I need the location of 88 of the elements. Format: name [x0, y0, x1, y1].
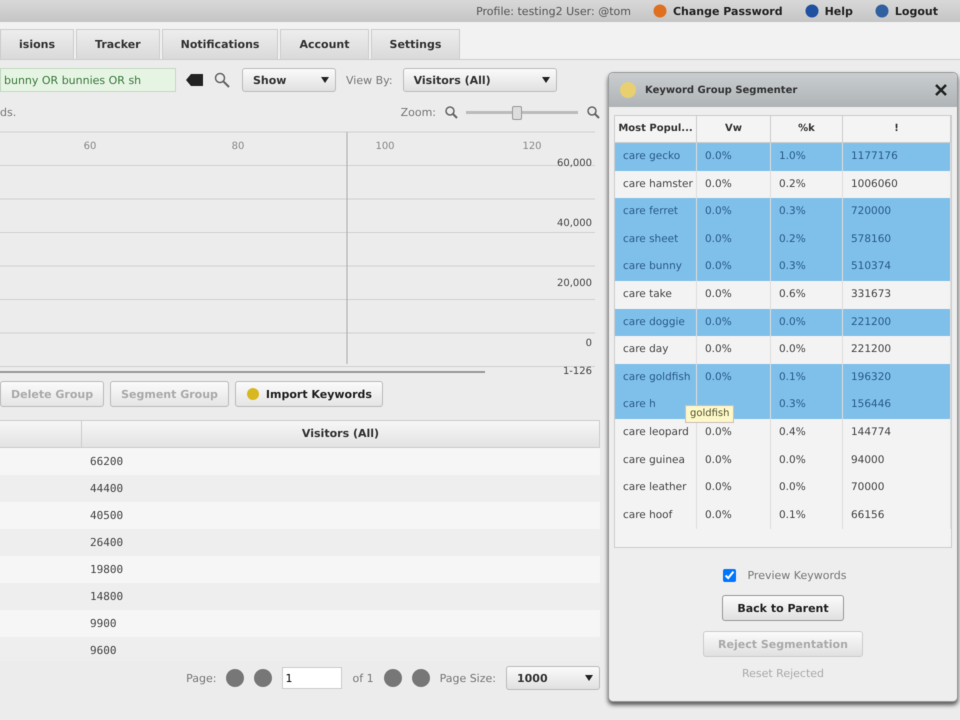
column-header[interactable]: Vw [697, 116, 771, 143]
caret-icon [321, 77, 329, 83]
table-cell: 196320 [843, 364, 951, 392]
column-header[interactable]: Most Popul... [615, 116, 697, 143]
page-size-label: Page Size: [440, 672, 496, 684]
x-tick-label: 60 [84, 141, 96, 152]
x-tick-label: 100 [375, 141, 395, 152]
y-tick-label: 20,000 [557, 278, 592, 289]
column-header: Visitors (All) [82, 421, 600, 448]
y-tick-label: 40,000 [557, 218, 592, 229]
tab[interactable]: isions [0, 29, 74, 59]
caret-icon [585, 675, 593, 681]
table-cell: 720000 [843, 198, 951, 226]
dialog-title: Keyword Group Segmenter [645, 84, 798, 96]
keyword-cell[interactable]: care gecko [615, 143, 697, 171]
table-cell: 0.0% [697, 198, 771, 226]
header-link[interactable]: Change Password [652, 4, 783, 18]
y-tick-label: 60,000 [557, 158, 592, 169]
page-field[interactable]: 1 [282, 667, 342, 689]
column-header[interactable]: ! [843, 116, 951, 143]
close-icon[interactable] [935, 84, 947, 96]
table-cell-text: 14800 [89, 589, 124, 605]
table-cell: 156446 [843, 391, 951, 419]
table-cell: 0.0% [697, 253, 771, 281]
search-field[interactable]: bunny OR bunnies OR sh [0, 68, 176, 92]
table-cell: 0.2% [771, 170, 843, 198]
tab[interactable]: Settings [370, 29, 460, 59]
page-label: Page: [186, 672, 216, 684]
keyword-cell[interactable]: care sheet [615, 226, 697, 254]
zoom-in-icon[interactable] [586, 105, 600, 119]
chart-label: ds. [0, 106, 16, 118]
y-tick-label: 0 [586, 338, 592, 349]
table-cell-text: 44400 [89, 481, 124, 497]
tooltip: goldfish [685, 405, 734, 424]
tab[interactable]: Account [280, 29, 369, 59]
x-tick-label: 120 [522, 141, 542, 152]
table-cell: 0.0% [771, 308, 843, 336]
zoom-slider-thumb[interactable] [512, 106, 522, 120]
table-cell-text: 9600 [89, 643, 118, 659]
view-by-label: View By: [346, 74, 393, 86]
page-count: of 1 [352, 672, 374, 684]
search-icon[interactable] [214, 72, 232, 88]
table-cell: 578160 [843, 226, 951, 254]
table-cell: 221200 [843, 308, 951, 336]
table-cell: 0.3% [771, 391, 843, 419]
table-cell-text: 66200 [89, 454, 124, 470]
table-cell: 0.0% [697, 226, 771, 254]
range-label: 1-126 [562, 366, 592, 376]
table-cell-text: 9900 [89, 616, 118, 632]
keyword-cell[interactable]: care ferret [615, 198, 697, 226]
table-cell: 0.2% [771, 226, 843, 254]
clear-icon[interactable] [186, 73, 204, 87]
x-tick-label: 80 [232, 141, 244, 152]
table-cell: 0.3% [771, 198, 843, 226]
table-cell-text: 19800 [89, 562, 124, 578]
table-cell-text: 26400 [89, 535, 124, 551]
caret-icon [542, 77, 550, 83]
column-header[interactable]: %k [771, 116, 843, 143]
zoom-out-icon[interactable] [444, 105, 458, 119]
table-cell: 0.0% [697, 364, 771, 392]
table-cell: 0.0% [697, 308, 771, 336]
group-action-button[interactable]: Import Keywords [234, 381, 383, 407]
dialog-icon [619, 81, 637, 99]
dialog-button[interactable]: Back to Parent [722, 595, 844, 622]
keyword-cell[interactable]: care hamster [615, 170, 697, 198]
show-dropdown[interactable]: Show [242, 68, 336, 92]
keyword-cell[interactable]: care goldfish [615, 364, 697, 392]
zoom-label: Zoom: [400, 106, 436, 118]
profile-text: Profile: testing2 User: @tom [476, 4, 631, 18]
header-link[interactable]: Help [804, 4, 853, 18]
table-cell: 0.0% [697, 143, 771, 171]
keyword-cell[interactable]: care bunny [615, 253, 697, 281]
table-cell: 1.0% [771, 143, 843, 171]
keyword-cell[interactable]: care doggie [615, 308, 697, 336]
table-cell: 1006060 [843, 170, 951, 198]
view-by-dropdown[interactable]: Visitors (All) [402, 68, 557, 92]
table-cell: 510374 [843, 253, 951, 281]
tab[interactable]: Tracker [76, 29, 160, 59]
table-cell: 1177176 [843, 143, 951, 171]
header-link[interactable]: Logout [874, 4, 938, 18]
checkbox-label: Preview Keywords [747, 569, 847, 582]
table-cell: 0.3% [771, 253, 843, 281]
table-cell: 0.0% [697, 170, 771, 198]
table-cell-text: 40500 [89, 508, 124, 524]
table-cell: 0.1% [771, 364, 843, 392]
preview-checkbox[interactable] [723, 569, 736, 582]
page-size-dropdown[interactable]: 1000 [506, 666, 600, 690]
tab[interactable]: Notifications [162, 29, 278, 59]
